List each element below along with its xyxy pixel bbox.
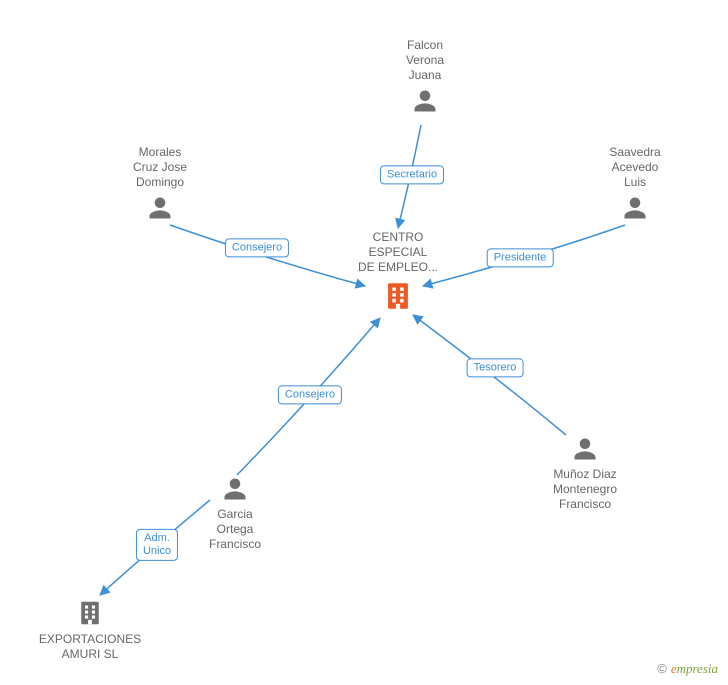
watermark: ©empresia <box>657 661 718 677</box>
company-label: EXPORTACIONES AMURI SL <box>35 632 145 662</box>
brand-rest: mpresia <box>677 661 718 676</box>
node-person-garcia[interactable]: Garcia Ortega Francisco <box>195 475 275 552</box>
person-icon <box>540 435 630 463</box>
edges-layer <box>0 0 728 685</box>
edge-label-secretario: Secretario <box>380 165 444 184</box>
edge-label-tesorero: Tesorero <box>467 358 524 377</box>
node-center-company[interactable]: CENTRO ESPECIAL DE EMPLEO... <box>355 230 441 313</box>
center-company-label: CENTRO ESPECIAL DE EMPLEO... <box>355 230 441 275</box>
node-person-saavedra[interactable]: Saavedra Acevedo Luis <box>600 145 670 222</box>
person-label: Saavedra Acevedo Luis <box>600 145 670 190</box>
edge-label-consejero-garcia: Consejero <box>278 385 342 404</box>
edge-label-adm-unico: Adm. Unico <box>136 529 178 561</box>
person-icon <box>195 475 275 503</box>
person-label: Morales Cruz Jose Domingo <box>120 145 200 190</box>
person-label: Falcon Verona Juana <box>395 38 455 83</box>
person-icon <box>395 87 455 115</box>
node-person-munoz[interactable]: Muñoz Diaz Montenegro Francisco <box>540 435 630 512</box>
edge-label-presidente: Presidente <box>487 248 554 267</box>
building-icon <box>35 598 145 628</box>
person-icon <box>120 194 200 222</box>
edge-label-consejero-morales: Consejero <box>225 238 289 257</box>
person-label: Muñoz Diaz Montenegro Francisco <box>540 467 630 512</box>
diagram-stage: Secretario Presidente Tesorero Consejero… <box>0 0 728 685</box>
node-person-falcon[interactable]: Falcon Verona Juana <box>395 38 455 115</box>
copyright-symbol: © <box>657 661 667 676</box>
person-label: Garcia Ortega Francisco <box>195 507 275 552</box>
person-icon <box>600 194 670 222</box>
building-icon <box>355 279 441 313</box>
node-person-morales[interactable]: Morales Cruz Jose Domingo <box>120 145 200 222</box>
node-company-exportaciones[interactable]: EXPORTACIONES AMURI SL <box>35 598 145 662</box>
